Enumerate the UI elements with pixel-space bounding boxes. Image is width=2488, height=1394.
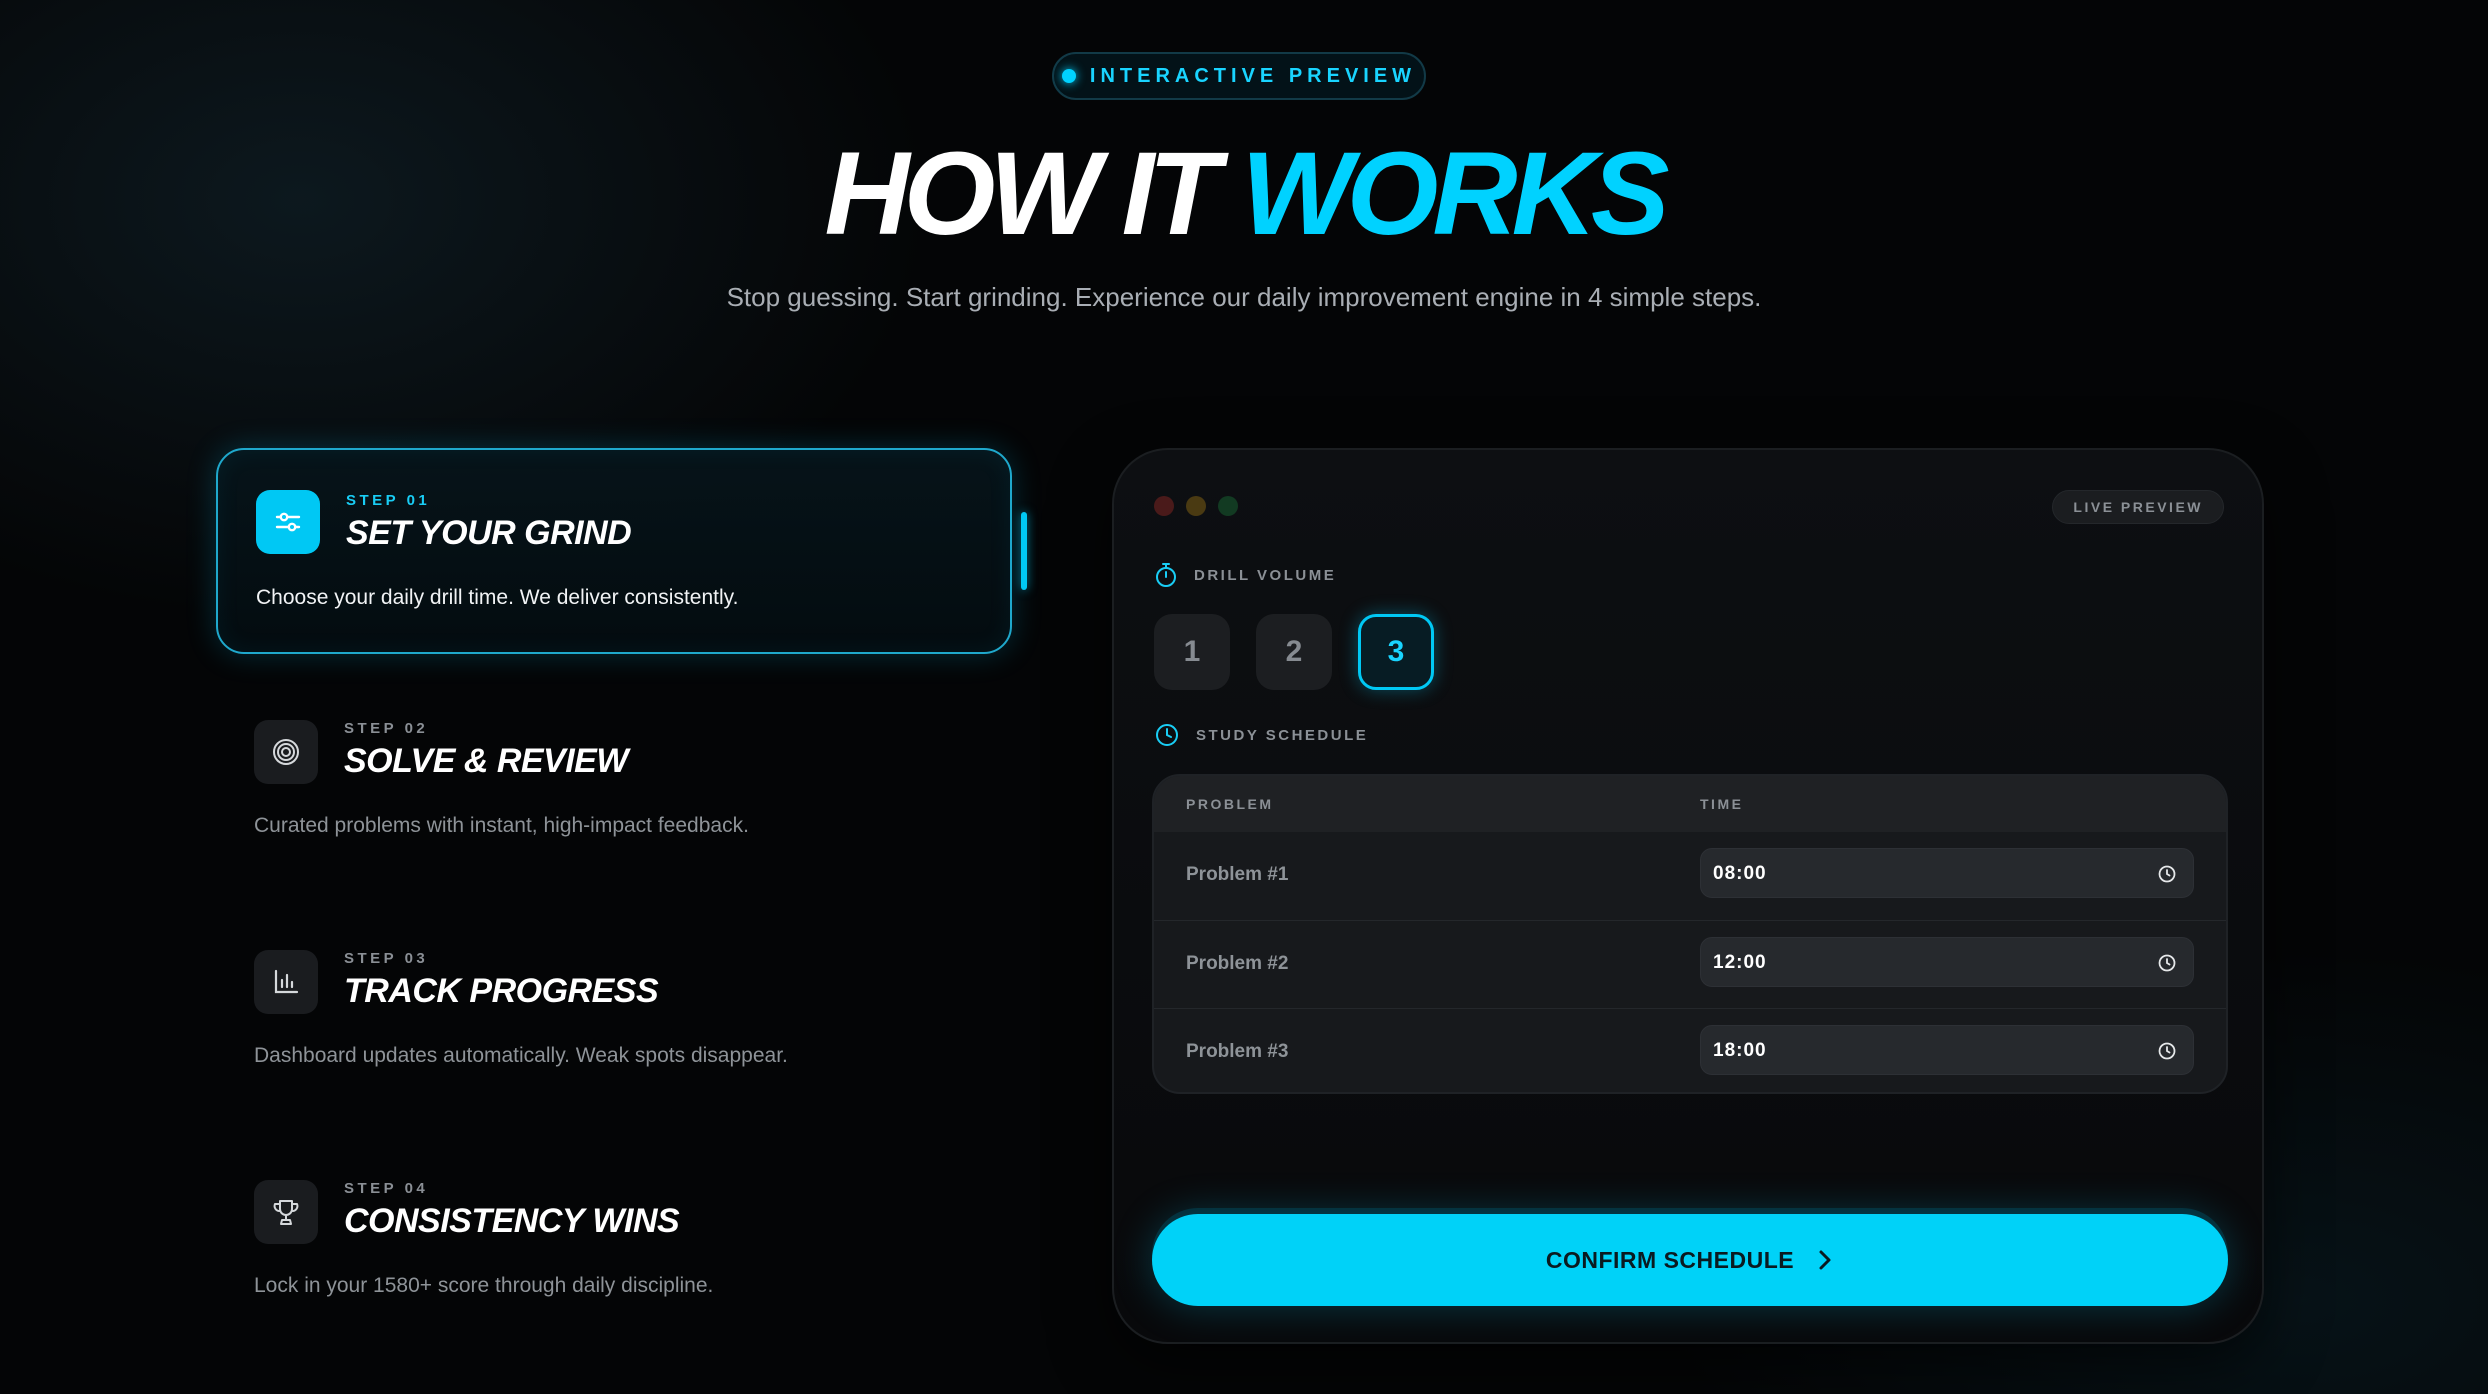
time-value: 12:00 [1713,952,1767,973]
confirm-schedule-button[interactable]: CONFIRM SCHEDULE [1152,1214,2228,1306]
problem-name: Problem #1 [1186,864,1289,885]
title-white-part: HOW IT [824,128,1242,260]
page-subtitle: Stop guessing. Start grinding. Experienc… [726,282,1762,312]
schedule-table: PROBLEM TIME Problem #1 08:00 Problem #2… [1152,774,2228,1094]
clock-icon [1156,724,1178,746]
step-card-2[interactable]: STEP 02 SOLVE & REVIEW Curated problems … [216,678,1012,858]
problem-name: Problem #2 [1186,953,1289,974]
interactive-preview-badge: INTERACTIVE PREVIEW [1052,52,1426,100]
step-description: Curated problems with instant, high-impa… [254,814,749,837]
stopwatch-icon [1156,563,1176,587]
time-input[interactable]: 08:00 [1700,848,2194,898]
drill-volume-heading: DRILL VOLUME [1154,562,1336,588]
step-label: STEP 01 [346,492,431,509]
step-description: Lock in your 1580+ score through daily d… [254,1274,714,1297]
page-title: HOW IT WORKS [0,128,2488,260]
how-it-works-page: INTERACTIVE PREVIEW HOW IT WORKS Stop gu… [0,0,2488,1394]
drill-volume-label: DRILL VOLUME [1194,566,1337,584]
step-title: CONSISTENCY WINS [344,1202,680,1240]
volume-option-3[interactable]: 3 [1358,614,1434,690]
sliders-icon [256,490,320,554]
step-label: STEP 02 [344,720,429,737]
table-row: Problem #3 18:00 [1154,1008,2226,1092]
step-description: Dashboard updates automatically. Weak sp… [254,1044,788,1067]
table-header: PROBLEM TIME [1154,776,2226,832]
step-title: TRACK PROGRESS [344,972,659,1010]
study-schedule-label: STUDY SCHEDULE [1196,726,1369,744]
column-header-problem: PROBLEM [1186,796,1274,812]
step-card-3[interactable]: STEP 03 TRACK PROGRESS Dashboard updates… [216,908,1012,1088]
table-row: Problem #1 08:00 [1154,832,2226,920]
step-title: SOLVE & REVIEW [344,742,628,780]
problem-name: Problem #3 [1186,1041,1289,1062]
time-value: 18:00 [1713,1040,1767,1061]
step-description: Choose your daily drill time. We deliver… [256,586,739,609]
clock-icon[interactable] [2157,1041,2177,1061]
clock-icon[interactable] [2157,953,2177,973]
live-preview-badge: LIVE PREVIEW [2052,490,2224,524]
bar-chart-icon [254,950,318,1014]
step-label: STEP 03 [344,950,429,967]
window-minimize-dot [1186,496,1206,516]
step-card-4[interactable]: STEP 04 CONSISTENCY WINS Lock in your 15… [216,1138,1012,1318]
volume-option-1[interactable]: 1 [1154,614,1230,690]
time-input[interactable]: 12:00 [1700,937,2194,987]
step-label: STEP 04 [344,1180,429,1197]
step-title: SET YOUR GRIND [346,514,632,552]
window-controls [1154,496,1238,516]
table-row: Problem #2 12:00 [1154,920,2226,1008]
study-schedule-heading: STUDY SCHEDULE [1154,722,1368,748]
window-close-dot [1154,496,1174,516]
active-step-indicator [1021,512,1027,590]
clock-icon[interactable] [2157,864,2177,884]
live-preview-panel: LIVE PREVIEW DRILL VOLUME 1 2 3 STUDY SC… [1112,448,2264,1344]
confirm-schedule-label: CONFIRM SCHEDULE [1545,1246,1795,1273]
volume-option-2[interactable]: 2 [1256,614,1332,690]
chevron-right-icon [1819,1250,1831,1270]
trophy-icon [254,1180,318,1244]
badge-label: INTERACTIVE PREVIEW [1089,64,1417,87]
badge-dot-icon [1061,69,1076,83]
window-maximize-dot [1218,496,1238,516]
step-card-1[interactable]: STEP 01 SET YOUR GRIND Choose your daily… [216,448,1012,654]
time-input[interactable]: 18:00 [1700,1025,2194,1075]
time-value: 08:00 [1713,863,1767,884]
title-accent-part: WORKS [1241,128,1669,260]
column-header-time: TIME [1700,796,1744,812]
target-icon [254,720,318,784]
